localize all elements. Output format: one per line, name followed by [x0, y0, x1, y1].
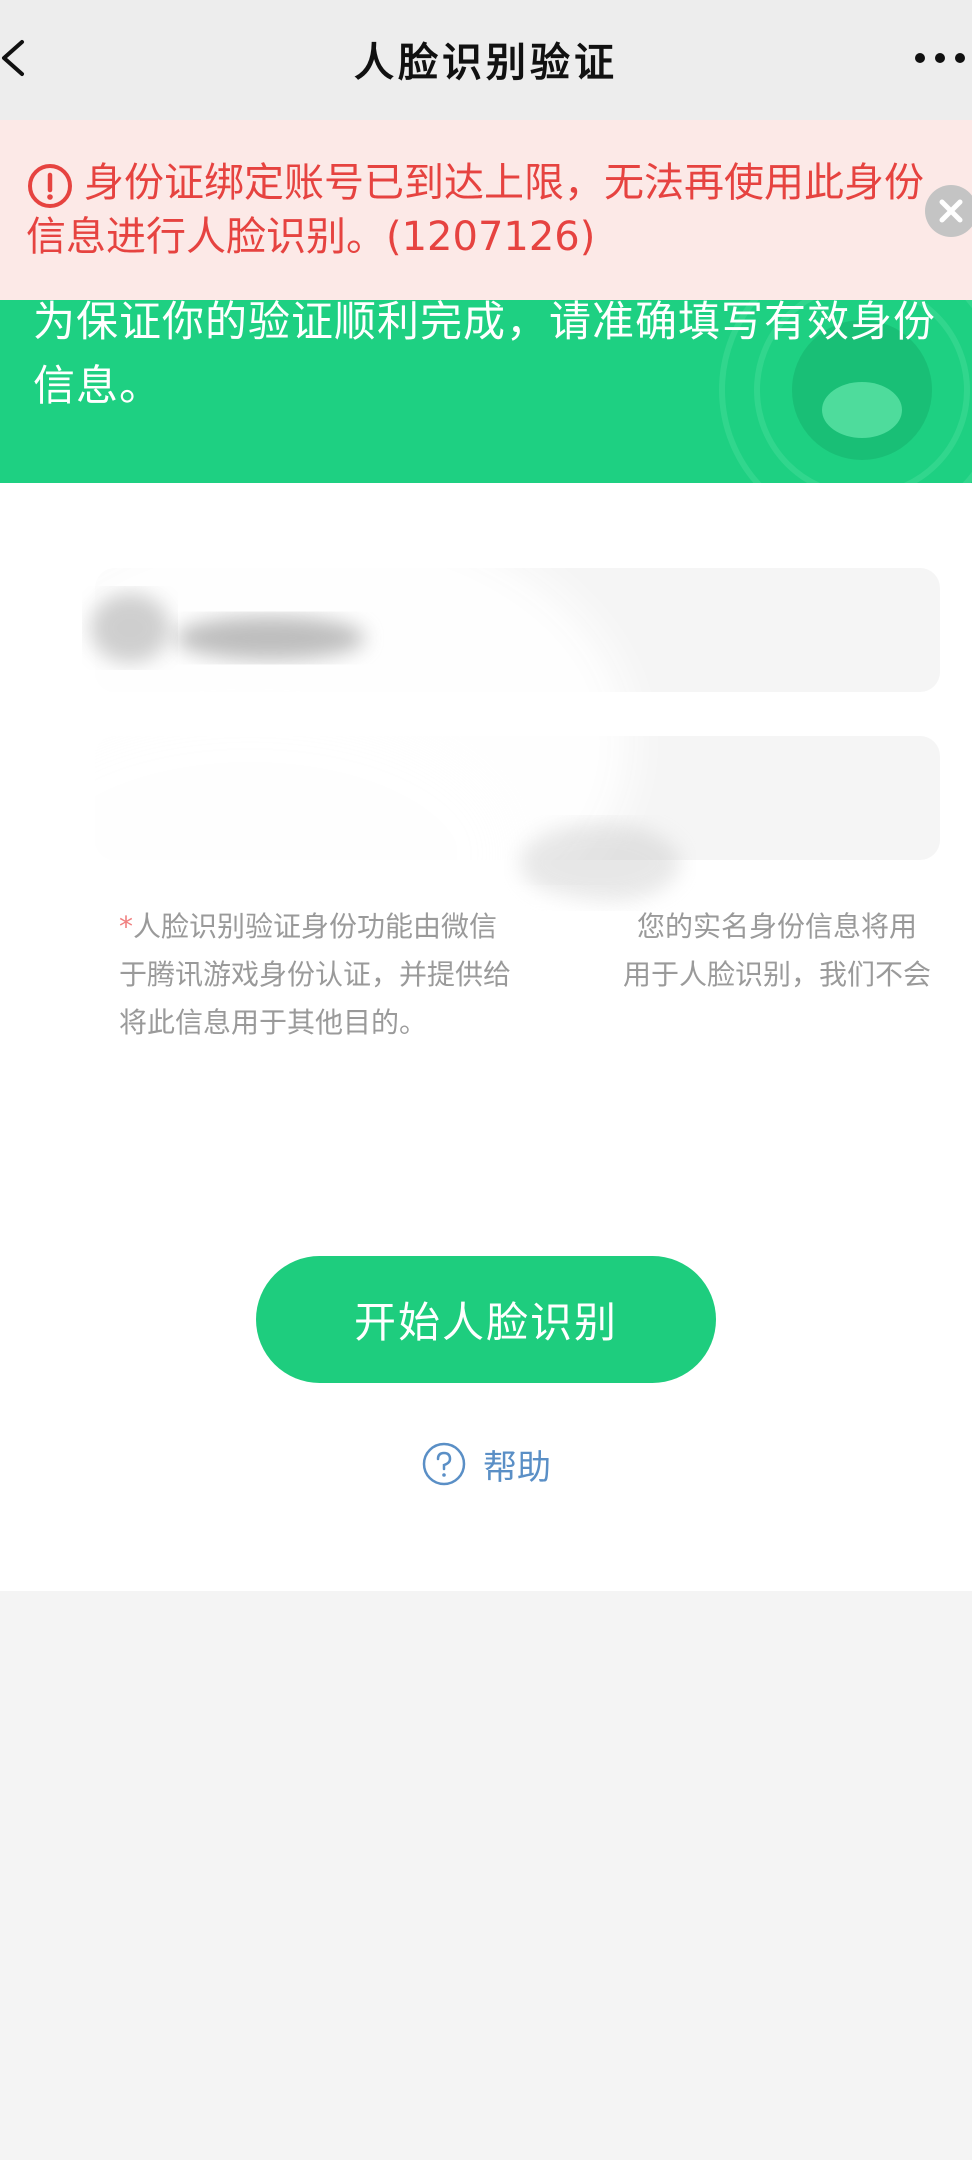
- page-title: 人脸识别验证: [354, 39, 618, 86]
- disclaimer-text: 人脸识别验证身份功能由微信 您的实名身份信息将用于腾讯游戏身份认证，并提供给 用…: [119, 910, 932, 1039]
- banner-text: 为保证你的验证顺利完成，请准确填写有效身份信息。: [33, 297, 937, 410]
- privacy-disclaimer: *人脸识别验证身份功能由微信 您的实名身份信息将用于腾讯游戏身份认证，并提供给 …: [119, 903, 939, 1047]
- nav-bar: 人脸识别验证: [0, 0, 972, 120]
- help-label: 帮助: [483, 1447, 551, 1488]
- help-link[interactable]: 帮助: [421, 1439, 551, 1489]
- more-dots-icon: [915, 53, 965, 63]
- more-button[interactable]: [912, 38, 972, 78]
- close-icon[interactable]: [924, 184, 972, 238]
- error-notice: 身份证绑定账号已到达上限，无法再使用此身份信息进行人脸识别。(1207126): [0, 120, 972, 300]
- error-message: 身份证绑定账号已到达上限，无法再使用此身份信息进行人脸识别。(1207126): [26, 160, 924, 260]
- id-number-field[interactable]: [95, 736, 940, 860]
- form-card: *人脸识别验证身份功能由微信 您的实名身份信息将用于腾讯游戏身份认证，并提供给 …: [0, 483, 972, 1591]
- start-face-recognition-button[interactable]: 开始人脸识别: [256, 1256, 716, 1383]
- id-number-input[interactable]: [95, 736, 940, 860]
- question-circle-icon: [422, 1442, 466, 1486]
- name-input[interactable]: [95, 568, 940, 692]
- name-field[interactable]: [95, 568, 940, 692]
- required-star: *: [119, 910, 133, 943]
